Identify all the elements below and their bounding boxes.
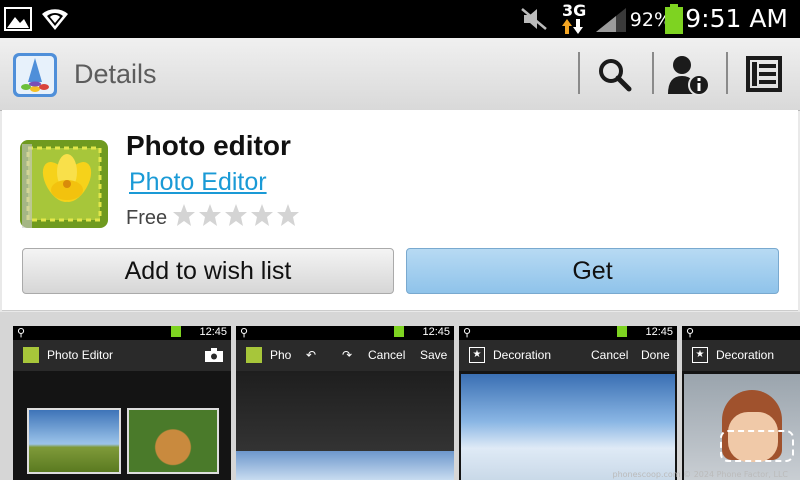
mini-status-bar: ⚲ <box>682 326 800 340</box>
mini-title-bar: Pho ↶ ↷ Cancel Save <box>236 340 454 371</box>
usb-icon: ⚲ <box>17 327 26 339</box>
mini-clock: 12:45 <box>422 326 450 338</box>
price-label: Free <box>126 207 168 229</box>
divider <box>726 52 728 94</box>
redo-icon: ↷ <box>342 348 353 362</box>
mini-status-bar: ⚲ 12:45 <box>236 326 454 340</box>
battery-icon <box>665 4 683 34</box>
star-frame-icon: ★ <box>469 347 485 363</box>
sample-photo-clouds <box>461 374 675 480</box>
editor-canvas <box>236 371 454 451</box>
app-icon <box>246 347 262 363</box>
battery-icon <box>617 326 627 337</box>
mini-title-bar: ★ Decoration <box>682 340 800 371</box>
mini-save: Save <box>420 348 448 362</box>
screenshot-thumbnail[interactable]: ⚲ 12:45 Photo Editor <box>13 326 231 480</box>
signal-icon <box>596 8 626 32</box>
usb-icon: ⚲ <box>240 327 249 339</box>
mini-title-bar: Photo Editor <box>13 340 231 371</box>
divider <box>578 52 580 94</box>
screenshot-thumbnail[interactable]: ⚲ 12:45 ★ Decoration Cancel Done <box>459 326 677 480</box>
battery-icon <box>171 326 181 337</box>
screenshot-thumbnail[interactable]: ⚲ 12:45 Pho ↶ ↷ Cancel Save <box>236 326 454 480</box>
mini-done: Done <box>641 348 670 362</box>
star-icon <box>199 204 221 226</box>
divider <box>652 52 654 94</box>
app-icon <box>20 140 108 228</box>
mini-clock: 12:45 <box>199 326 227 338</box>
screenshot-thumbnail[interactable]: ⚲ ★ Decoration <box>682 326 800 480</box>
mini-title-bar: ★ Decoration Cancel Done <box>459 340 677 371</box>
watermark: phonescoop.com © 2024 Phone Factor, LLC <box>612 470 788 479</box>
mini-title: Decoration <box>493 348 552 362</box>
data-arrows-icon <box>562 19 583 34</box>
add-to-wish-list-button[interactable]: Add to wish list <box>22 248 394 294</box>
mini-cancel: Cancel <box>591 348 629 362</box>
gallery-icon <box>4 7 32 31</box>
mini-title: Pho <box>270 348 292 362</box>
star-icon <box>225 204 247 226</box>
sample-photo-dog <box>127 408 219 474</box>
clock: 9:51 AM <box>685 4 788 33</box>
mini-title: Photo Editor <box>47 348 114 362</box>
get-button[interactable]: Get <box>406 248 779 294</box>
sample-photo-sky <box>236 451 454 480</box>
wifi-icon <box>42 9 68 31</box>
star-frame-icon: ★ <box>692 347 708 363</box>
star-icon <box>173 204 195 226</box>
battery-icon <box>394 326 404 337</box>
mini-title: Decoration <box>716 348 775 362</box>
rating-stars <box>172 203 300 227</box>
status-bar: 3G 92% 9:51 AM <box>0 0 800 38</box>
app-icon <box>23 347 39 363</box>
usb-icon: ⚲ <box>463 327 472 339</box>
mini-clock: 12:45 <box>645 326 673 338</box>
star-icon <box>251 204 273 226</box>
camera-icon <box>205 348 223 362</box>
developer-link[interactable]: Photo Editor <box>129 168 267 197</box>
action-bar: Details <box>0 38 800 111</box>
mute-icon <box>521 8 547 30</box>
mini-cancel: Cancel <box>368 348 406 362</box>
app-name: Photo editor <box>126 130 291 161</box>
mini-status-bar: ⚲ 12:45 <box>459 326 677 340</box>
usb-icon: ⚲ <box>686 327 695 339</box>
network-type: 3G <box>562 1 587 20</box>
search-icon[interactable] <box>598 58 632 92</box>
sample-photo-landscape <box>27 408 121 474</box>
menu-list-icon[interactable] <box>746 56 782 92</box>
page-title: Details <box>74 59 157 89</box>
undo-icon: ↶ <box>306 348 317 362</box>
star-icon <box>277 204 299 226</box>
decoration-sunglasses <box>720 430 794 462</box>
mini-status-bar: ⚲ 12:45 <box>13 326 231 340</box>
account-info-icon[interactable] <box>666 54 710 96</box>
samsung-apps-icon[interactable] <box>12 52 58 98</box>
